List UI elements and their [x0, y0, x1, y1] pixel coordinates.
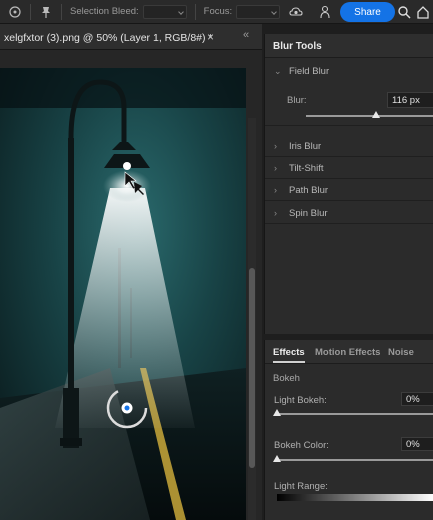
puppet-icon[interactable] [318, 5, 332, 19]
panel-title: Blur Tools [273, 41, 322, 52]
bokeh-color-input[interactable]: 0% [401, 437, 433, 451]
light-bokeh-slider-track[interactable] [277, 413, 433, 415]
bokeh-color-slider-thumb[interactable] [273, 455, 281, 462]
chevron-right-icon[interactable]: › [274, 141, 277, 151]
pin-icon[interactable] [39, 5, 53, 19]
foggy-street-lamp-image [0, 68, 246, 520]
selection-bleed-label: Selection Bleed: [70, 6, 139, 17]
search-icon[interactable] [397, 5, 411, 19]
vertical-scrollbar[interactable] [248, 118, 256, 520]
spin-blur-label: Spin Blur [289, 208, 328, 219]
scrollbar-thumb[interactable] [249, 268, 255, 468]
tab-noise[interactable]: Noise [388, 347, 414, 358]
iris-blur-label: Iris Blur [289, 141, 322, 152]
bokeh-section-title: Bokeh [273, 373, 300, 384]
chevron-right-icon[interactable]: › [274, 208, 277, 218]
chevron-right-icon[interactable]: › [274, 185, 277, 195]
chevron-down-icon[interactable]: ⌄ [274, 66, 282, 77]
tilt-shift-label: Tilt-Shift [289, 163, 324, 174]
tab-motion-effects[interactable]: Motion Effects [315, 347, 380, 358]
document-tab[interactable]: xelgfxtor (3).png @ 50% (Layer 1, RGB/8#… [0, 24, 262, 50]
light-range-gradient[interactable] [277, 494, 433, 501]
home-icon[interactable] [416, 5, 430, 19]
iris-blur-section[interactable]: › Iris Blur [265, 135, 433, 157]
effects-panel: Effects Motion Effects Noise Bokeh Light… [264, 340, 433, 520]
effects-tabs: Effects Motion Effects Noise [265, 340, 433, 364]
share-button[interactable]: Share [340, 2, 395, 22]
tilt-shift-section[interactable]: › Tilt-Shift [265, 157, 433, 179]
selection-bleed-field[interactable] [142, 4, 187, 19]
document-image[interactable] [0, 68, 246, 520]
toolbar-divider [61, 3, 62, 20]
focus-label: Focus: [203, 6, 233, 17]
light-bokeh-slider-thumb[interactable] [273, 409, 281, 416]
light-bokeh-label: Light Bokeh: [274, 395, 327, 406]
bokeh-color-slider-track[interactable] [277, 459, 433, 461]
toolbar-divider [30, 3, 31, 20]
path-blur-label: Path Blur [289, 185, 329, 196]
blur-slider-thumb[interactable] [372, 111, 381, 118]
canvas-top-gutter [0, 50, 262, 68]
blur-amount-label: Blur: [287, 95, 307, 106]
chevron-right-icon[interactable]: › [274, 163, 277, 173]
focus-field[interactable] [236, 4, 281, 19]
blur-slider-track[interactable] [306, 115, 433, 117]
blur-amount-input[interactable]: 116 px [387, 92, 433, 108]
field-blur-label: Field Blur [289, 66, 330, 77]
spin-blur-section[interactable]: › Spin Blur [265, 202, 433, 224]
cloud-sync-icon[interactable] [289, 5, 303, 19]
bokeh-color-label: Bokeh Color: [274, 440, 329, 451]
blur-tools-panel: Blur Tools ⌄ Field Blur Blur: 116 px › I… [264, 34, 433, 334]
blur-tool-icon[interactable] [8, 5, 22, 19]
document-tab-title: xelgfxtor (3).png @ 50% (Layer 1, RGB/8#… [4, 32, 213, 44]
toolbar-divider [194, 3, 196, 20]
light-range-label: Light Range: [274, 481, 328, 492]
path-blur-section[interactable]: › Path Blur [265, 179, 433, 201]
close-icon[interactable]: × [207, 30, 214, 44]
canvas-area[interactable] [0, 50, 262, 520]
collapse-panels-icon[interactable]: « [243, 29, 249, 41]
blur-tools-header: Blur Tools [265, 34, 433, 58]
light-bokeh-input[interactable]: 0% [401, 392, 433, 406]
tab-effects[interactable]: Effects [273, 347, 305, 363]
